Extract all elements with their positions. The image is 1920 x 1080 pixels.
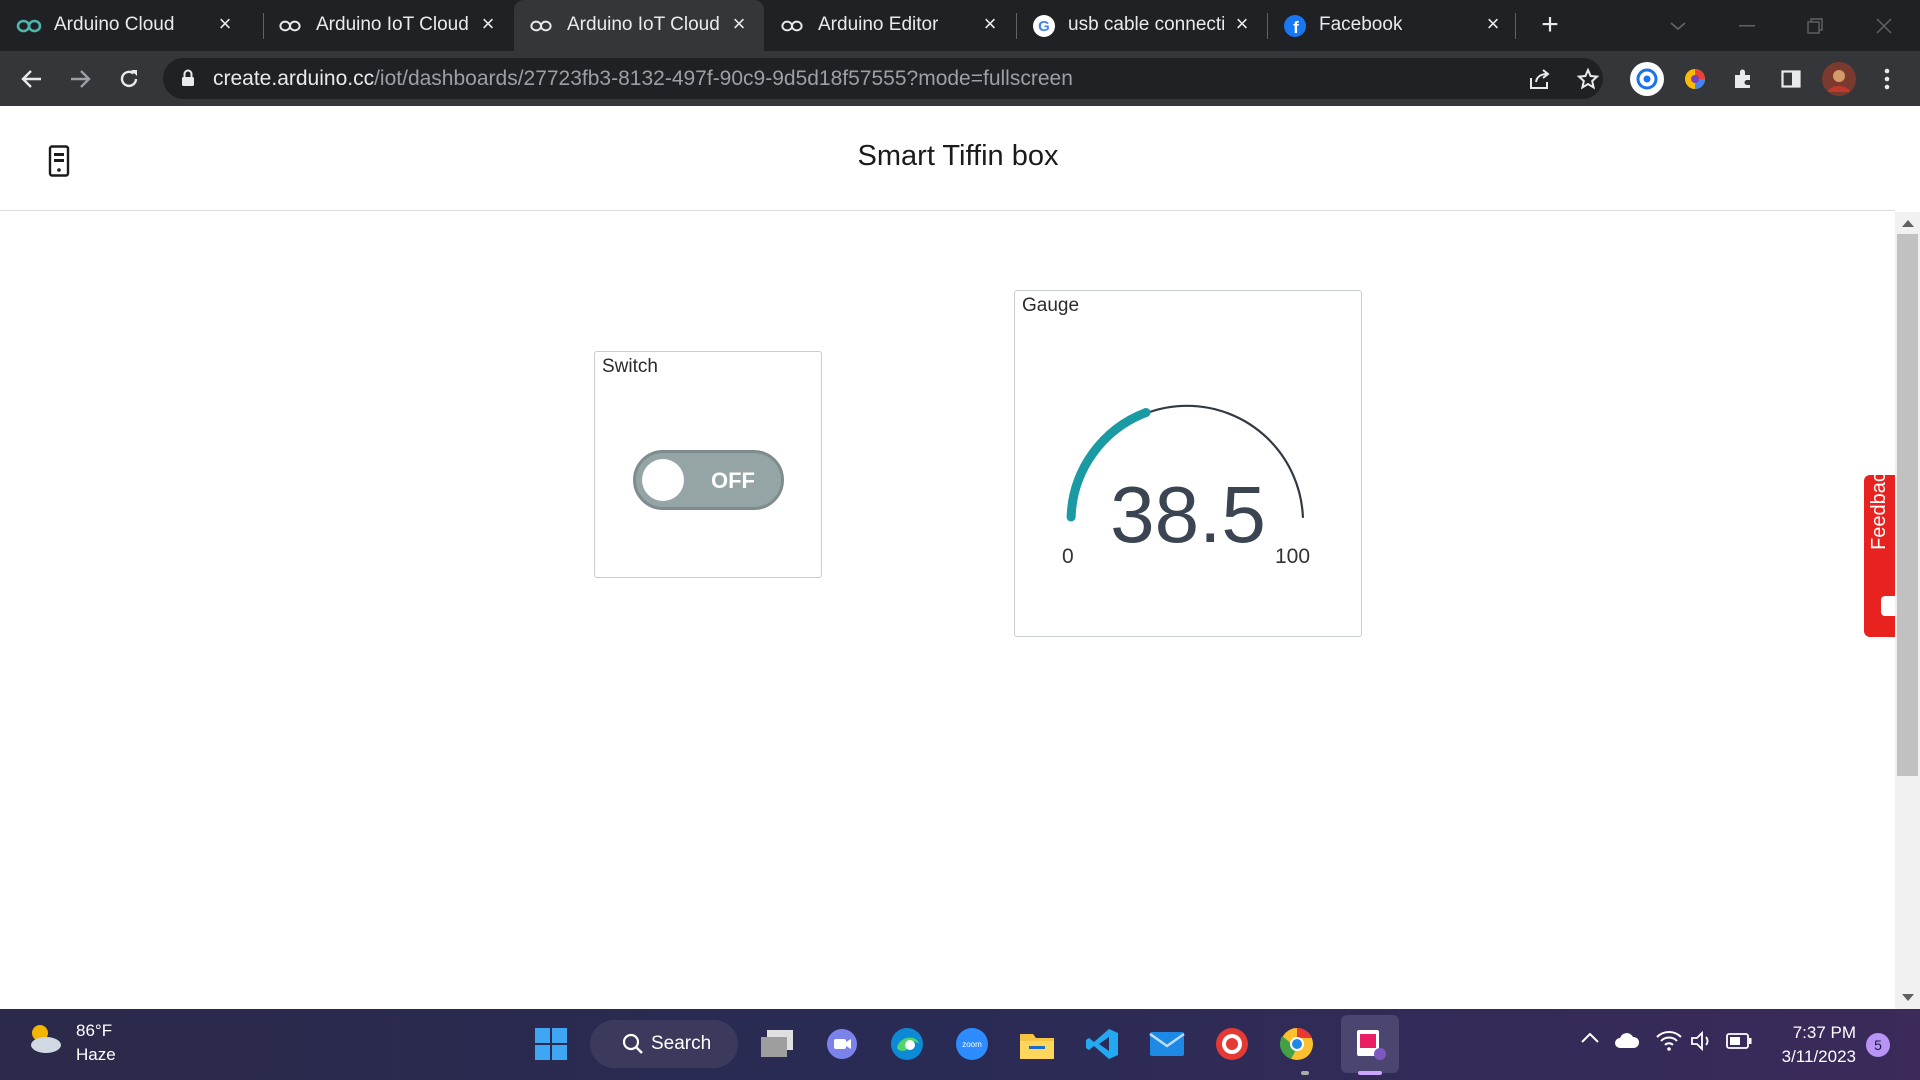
tab-strip: Arduino Cloud × Arduino IoT Cloud × Ardu… — [0, 0, 1920, 51]
toggle-knob — [642, 459, 684, 501]
close-icon[interactable]: × — [726, 11, 752, 37]
star-icon[interactable] — [1573, 64, 1603, 94]
side-panel-icon[interactable] — [1774, 62, 1808, 96]
weather-haze-icon — [31, 1025, 61, 1053]
lock-icon — [181, 69, 195, 92]
page-scrollbar[interactable] — [1895, 212, 1920, 1009]
share-icon[interactable] — [1525, 64, 1555, 94]
tab-title: Arduino IoT Cloud — [316, 14, 469, 35]
tab-facebook[interactable]: f Facebook × — [1268, 0, 1518, 51]
scrollbar-thumb[interactable] — [1897, 234, 1918, 776]
clock-date: 3/11/2023 — [1781, 1047, 1856, 1066]
tab-title: Facebook — [1319, 14, 1403, 35]
close-icon[interactable]: × — [1480, 11, 1506, 37]
tab-arduino-iot-cloud-active[interactable]: Arduino IoT Cloud × — [514, 0, 764, 51]
weather-desc: Haze — [76, 1045, 116, 1064]
system-clock[interactable]: 7:37 PM 3/11/2023 — [1766, 1021, 1856, 1069]
weather-widget[interactable]: 86°F Haze — [24, 1019, 116, 1064]
onedrive-cloud-icon[interactable] — [1614, 1031, 1640, 1054]
weather-temp: 86°F — [76, 1021, 113, 1040]
tab-search-chevron-icon[interactable] — [1660, 8, 1696, 44]
new-tab-button[interactable]: + — [1534, 8, 1566, 41]
gauge-max-label: 100 — [1275, 545, 1311, 568]
snipping-tool-icon[interactable] — [1341, 1015, 1399, 1073]
close-icon[interactable]: × — [1229, 11, 1255, 37]
avatar[interactable] — [1822, 62, 1856, 96]
forward-button[interactable] — [64, 63, 96, 95]
battery-icon[interactable] — [1726, 1033, 1752, 1054]
switch-widget: Switch OFF — [594, 351, 822, 578]
page-title: Smart Tiffin box — [857, 140, 1059, 172]
show-hidden-icons-chevron-icon[interactable] — [1580, 1031, 1600, 1050]
svg-text:G: G — [1038, 18, 1050, 35]
file-explorer-icon[interactable] — [1016, 1023, 1058, 1065]
extensions-puzzle-icon[interactable] — [1726, 62, 1760, 96]
facebook-icon: f — [1282, 13, 1308, 39]
tab-separator — [1515, 13, 1516, 39]
extension-color-icon[interactable] — [1678, 62, 1712, 96]
chrome-running-indicator — [1301, 1071, 1309, 1075]
menu-kebab-icon[interactable] — [1870, 62, 1904, 96]
arduino-icon — [16, 13, 42, 39]
snipping-running-indicator — [1358, 1071, 1382, 1075]
task-view-icon[interactable] — [756, 1023, 798, 1065]
google-icon: G — [1031, 13, 1057, 39]
gauge-dial — [1066, 404, 1304, 522]
gauge-widget: Gauge 38.5 0 100 — [1014, 290, 1362, 637]
url-host: create.arduino.cc — [213, 67, 375, 90]
tab-arduino-editor[interactable]: Arduino Editor × — [765, 0, 1015, 51]
browser-toolbar: create.arduino.cc/iot/dashboards/27723fb… — [0, 51, 1920, 106]
address-bar[interactable]: create.arduino.cc/iot/dashboards/27723fb… — [163, 58, 1603, 99]
back-button[interactable] — [16, 63, 48, 95]
close-icon[interactable]: × — [977, 11, 1003, 37]
arduino-icon — [528, 13, 554, 39]
start-icon[interactable] — [530, 1023, 572, 1065]
wifi-icon[interactable] — [1656, 1029, 1682, 1056]
close-icon[interactable]: × — [475, 11, 501, 37]
vscode-icon[interactable] — [1081, 1023, 1123, 1065]
search-icon — [622, 1033, 643, 1054]
search-label: Search — [651, 1033, 712, 1054]
clock-time: 7:37 PM — [1792, 1023, 1856, 1042]
edge-browser-icon[interactable] — [886, 1023, 928, 1065]
mail-icon[interactable] — [1146, 1023, 1188, 1065]
scroll-up-arrow-icon[interactable] — [1902, 220, 1914, 227]
arduino-icon — [277, 13, 303, 39]
tab-title: Arduino IoT Cloud — [567, 14, 720, 35]
svg-text:zoom: zoom — [962, 1040, 982, 1049]
arduino-icon — [779, 13, 805, 39]
feedback-label: Feedback — [1868, 462, 1890, 550]
notification-badge[interactable]: 5 — [1866, 1033, 1890, 1057]
tab-title: Arduino Cloud — [54, 14, 175, 35]
volume-icon[interactable] — [1690, 1030, 1714, 1056]
tab-usb-cable-search[interactable]: G usb cable connectic × — [1017, 0, 1267, 51]
extension-circle-icon[interactable] — [1630, 62, 1664, 96]
chrome-icon[interactable] — [1276, 1023, 1318, 1065]
dashboard-page: Smart Tiffin box Switch OFF Gauge 38.5 0… — [0, 106, 1920, 1009]
close-icon[interactable]: × — [212, 11, 238, 37]
tab-title: Arduino Editor — [818, 14, 939, 35]
zoom-app-icon[interactable]: zoom — [951, 1023, 993, 1065]
tab-title: usb cable connectic — [1068, 14, 1224, 35]
dashboard-header: Smart Tiffin box — [0, 106, 1895, 211]
switch-toggle[interactable]: OFF — [633, 450, 784, 510]
teams-chat-icon[interactable] — [821, 1023, 863, 1065]
switch-widget-title: Switch — [602, 356, 658, 377]
tab-arduino-cloud[interactable]: Arduino Cloud × — [0, 0, 250, 51]
close-window-icon[interactable] — [1866, 8, 1902, 44]
taskbar-search[interactable]: Search — [590, 1020, 738, 1068]
scroll-down-arrow-icon[interactable] — [1902, 994, 1914, 1001]
restore-icon[interactable] — [1797, 8, 1833, 44]
url-text: create.arduino.cc/iot/dashboards/27723fb… — [213, 67, 1073, 91]
url-path: /iot/dashboards/27723fb3-8132-497f-90c9-… — [374, 67, 1073, 90]
screen-recorder-icon[interactable] — [1211, 1023, 1253, 1065]
svg-text:f: f — [1293, 18, 1299, 37]
toggle-state-label: OFF — [711, 468, 755, 493]
minimize-icon[interactable] — [1729, 8, 1765, 44]
reload-button[interactable] — [113, 63, 145, 95]
gauge-min-label: 0 — [1062, 545, 1074, 568]
tab-arduino-iot-cloud[interactable]: Arduino IoT Cloud × — [263, 0, 513, 51]
windows-taskbar: 86°F Haze Search zoom 7:37 PM 3/11/2023 … — [0, 1009, 1920, 1080]
